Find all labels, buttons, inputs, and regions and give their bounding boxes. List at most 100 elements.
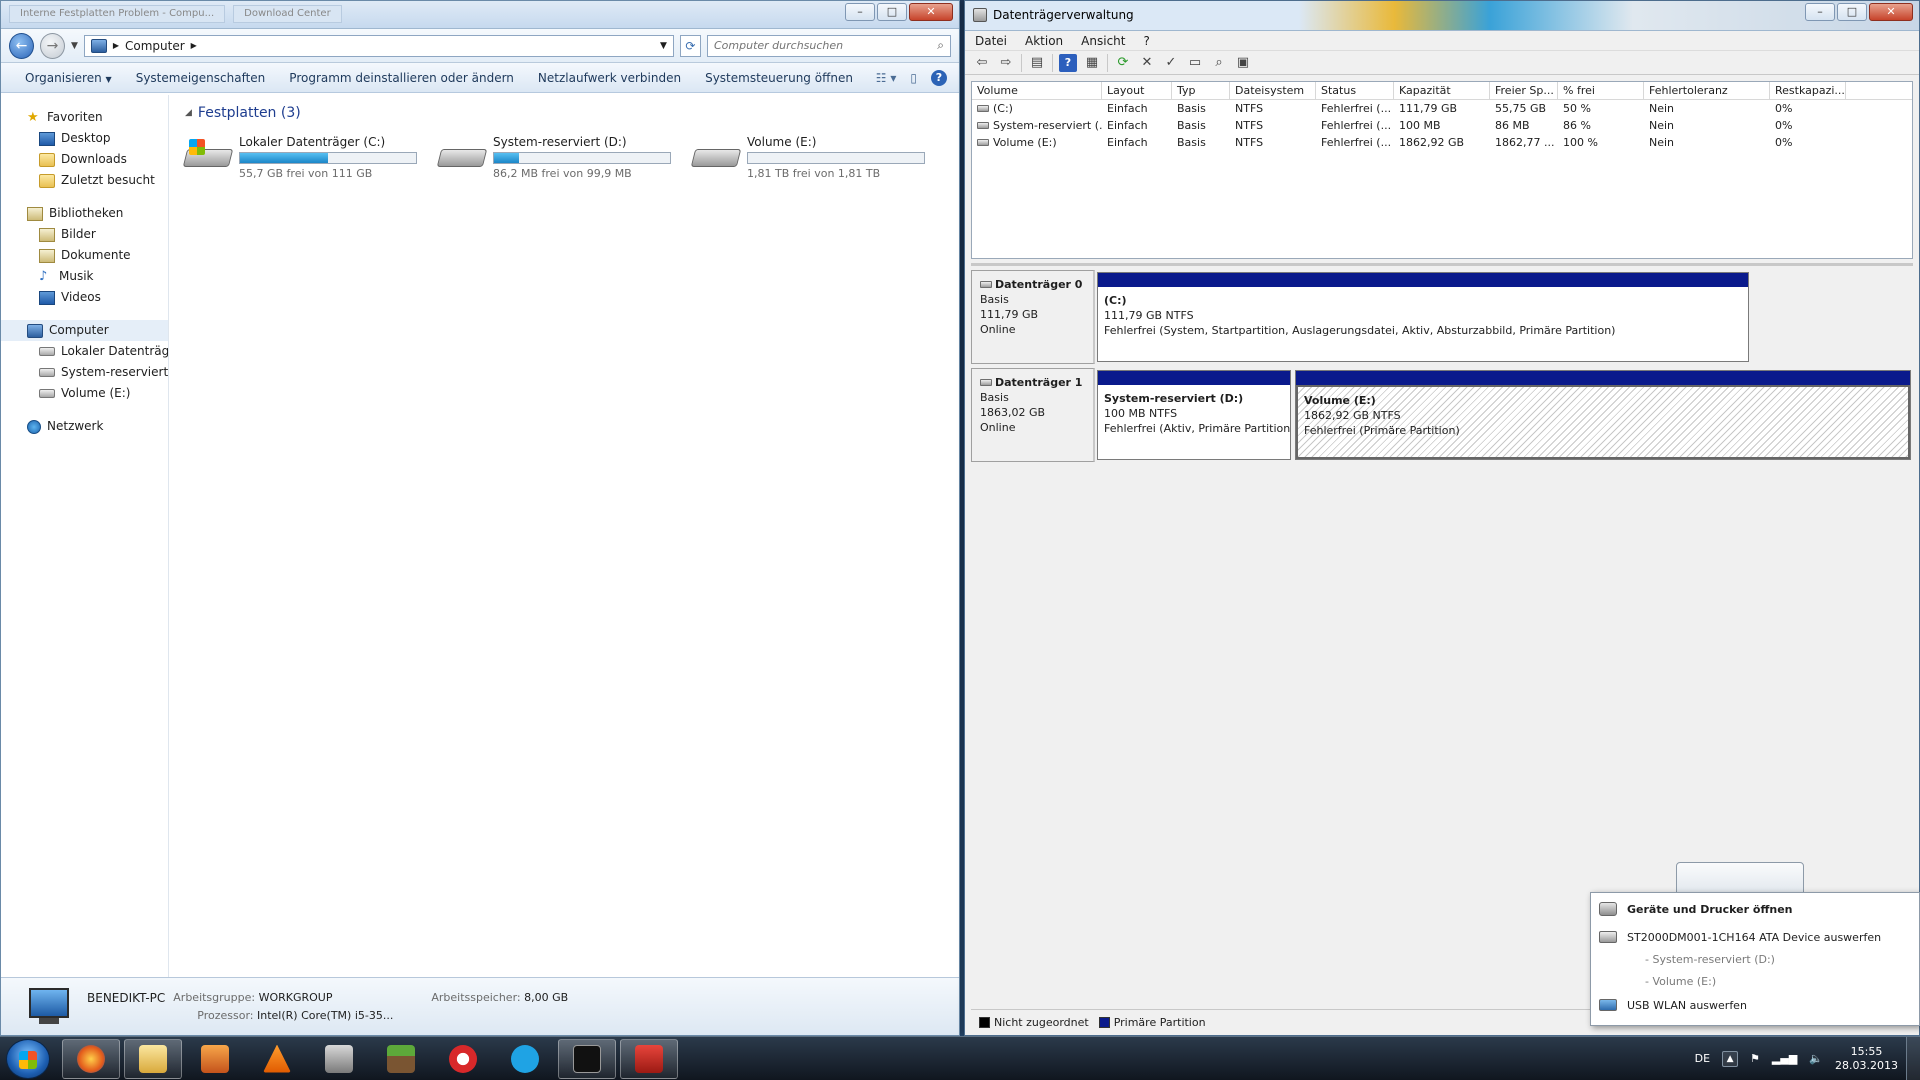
drive-tile-e[interactable]: Volume (E:) 1,81 TB frei von 1,81 TB [689, 131, 929, 184]
maximize-button[interactable]: □ [1837, 3, 1867, 21]
taskbar-firefox[interactable] [62, 1038, 120, 1079]
col-percent-free[interactable]: % frei [1558, 82, 1644, 99]
taskbar-media-player[interactable] [186, 1039, 244, 1079]
col-capacity[interactable]: Kapazität [1394, 82, 1490, 99]
menu-file[interactable]: Datei [975, 34, 1007, 48]
table-row[interactable]: System-reserviert (... Einfach Basis NTF… [972, 117, 1912, 134]
taskbar-skype[interactable] [496, 1039, 554, 1079]
drive-tile-d[interactable]: System-reserviert (D:) 86,2 MB frei von … [435, 131, 675, 184]
breadcrumb-separator-icon[interactable]: ▶ [113, 41, 119, 50]
language-indicator[interactable]: DE [1695, 1052, 1710, 1065]
eject-wlan-item[interactable]: USB WLAN auswerfen [1591, 993, 1919, 1017]
nav-videos[interactable]: Videos [1, 287, 168, 308]
history-dropdown-icon[interactable]: ▼ [71, 41, 78, 51]
taskbar-cmd[interactable] [558, 1038, 616, 1079]
open-devices-printers[interactable]: Geräte und Drucker öffnen [1591, 897, 1919, 921]
col-volume[interactable]: Volume [972, 82, 1102, 99]
action-center-flag-icon[interactable]: ⚑ [1750, 1052, 1760, 1065]
close-button[interactable]: ✕ [1869, 3, 1913, 21]
col-status[interactable]: Status [1316, 82, 1394, 99]
start-button[interactable] [6, 1038, 50, 1079]
col-overhead[interactable]: Restkapazi... [1770, 82, 1846, 99]
clock[interactable]: 15:55 28.03.2013 [1835, 1045, 1898, 1073]
col-free-space[interactable]: Freier Sp... [1490, 82, 1558, 99]
volume-icon[interactable]: 🔈 [1809, 1052, 1823, 1065]
eject-disk-item[interactable]: ST2000DM001-1CH164 ATA Device auswerfen [1591, 925, 1919, 949]
refresh-icon[interactable]: ⟳ [679, 34, 701, 57]
col-layout[interactable]: Layout [1102, 82, 1172, 99]
taskbar-vlc[interactable] [248, 1039, 306, 1079]
view-options-icon[interactable]: ☷ ▾ [876, 71, 897, 85]
back-button[interactable]: ← [9, 32, 34, 59]
col-type[interactable]: Typ [1172, 82, 1230, 99]
console-tree-icon[interactable]: ▤ [1028, 54, 1046, 72]
maximize-button[interactable]: □ [877, 3, 907, 21]
back-arrow-icon[interactable]: ⇦ [973, 54, 991, 72]
menu-view[interactable]: Ansicht [1081, 34, 1125, 48]
menu-action[interactable]: Aktion [1025, 34, 1063, 48]
open-folder-icon[interactable]: ▭ [1186, 54, 1204, 72]
system-properties-button[interactable]: Systemeigenschaften [124, 66, 278, 90]
partition-e[interactable]: Volume (E:) 1862,92 GB NTFS Fehlerfrei (… [1295, 370, 1911, 460]
nav-documents[interactable]: Dokumente [1, 245, 168, 266]
nav-music[interactable]: ♪ Musik [1, 266, 168, 287]
nav-drive-c[interactable]: Lokaler Datenträger [1, 341, 168, 362]
nav-drive-e[interactable]: Volume (E:) [1, 383, 168, 404]
network-signal-icon[interactable]: ▂▄▆ [1772, 1052, 1797, 1065]
search-input[interactable] [714, 39, 914, 52]
nav-favorites[interactable]: ★ Favoriten [1, 107, 168, 128]
show-desktop-button[interactable] [1906, 1036, 1920, 1080]
minimize-button[interactable]: – [1805, 3, 1835, 21]
help-icon[interactable]: ? [1059, 53, 1077, 72]
check-icon[interactable]: ✓ [1162, 54, 1180, 72]
open-control-panel-button[interactable]: Systemsteuerung öffnen [693, 66, 865, 90]
partition-d[interactable]: System-reserviert (D:) 100 MB NTFS Fehle… [1097, 370, 1291, 460]
taskbar-tool[interactable] [310, 1039, 368, 1079]
taskbar-toolbox[interactable] [620, 1038, 678, 1079]
col-fault-tolerance[interactable]: Fehlertoleranz [1644, 82, 1770, 99]
search-icon[interactable]: ⌕ [937, 38, 944, 53]
table-row[interactable]: Volume (E:) Einfach Basis NTFS Fehlerfre… [972, 134, 1912, 151]
partition-c[interactable]: (C:) 111,79 GB NTFS Fehlerfrei (System, … [1097, 272, 1749, 362]
nav-recent[interactable]: Zuletzt besucht [1, 170, 168, 191]
uninstall-program-button[interactable]: Programm deinstallieren oder ändern [277, 66, 526, 90]
map-network-drive-button[interactable]: Netzlaufwerk verbinden [526, 66, 693, 90]
taskbar-minecraft[interactable] [372, 1039, 430, 1079]
preview-pane-icon[interactable]: ▯ [910, 71, 917, 85]
forward-arrow-icon[interactable]: ⇨ [997, 54, 1015, 72]
disk-0-label[interactable]: Datenträger 0 Basis 111,79 GB Online [971, 270, 1095, 364]
settings-icon[interactable]: ▣ [1234, 54, 1252, 72]
drive-tile-c[interactable]: Lokaler Datenträger (C:) 55,7 GB frei vo… [181, 131, 421, 184]
browser-tab-2[interactable]: Download Center [233, 5, 342, 23]
nav-drive-d[interactable]: System-reserviert (D [1, 362, 168, 383]
nav-desktop[interactable]: Desktop [1, 128, 168, 149]
collapse-triangle-icon[interactable]: ◢ [185, 108, 192, 118]
organize-button[interactable]: Organisieren ▼ [13, 66, 124, 90]
disk-1-label[interactable]: Datenträger 1 Basis 1863,02 GB Online [971, 368, 1095, 462]
breadcrumb-computer[interactable]: Computer [125, 39, 185, 53]
group-header[interactable]: ◢ Festplatten (3) [181, 105, 947, 121]
browser-tab-1[interactable]: Interne Festplatten Problem - Compu... [9, 5, 226, 23]
address-dropdown-icon[interactable]: ▼ [660, 41, 667, 51]
search-icon[interactable]: ⌕ [1210, 54, 1228, 72]
nav-computer[interactable]: Computer [1, 320, 168, 341]
refresh-icon[interactable]: ⟳ [1114, 54, 1132, 72]
taskbar-explorer[interactable] [124, 1038, 182, 1079]
nav-network[interactable]: Netzwerk [1, 416, 168, 437]
nav-libraries[interactable]: Bibliotheken [1, 203, 168, 224]
nav-downloads[interactable]: Downloads [1, 149, 168, 170]
minimize-button[interactable]: – [845, 3, 875, 21]
forward-button[interactable]: → [39, 32, 65, 59]
breadcrumb-arrow-icon[interactable]: ▶ [191, 41, 197, 50]
nav-pictures[interactable]: Bilder [1, 224, 168, 245]
help-icon[interactable]: ? [931, 69, 947, 86]
menu-help[interactable]: ? [1143, 34, 1149, 48]
show-hidden-icons-icon[interactable]: ▲ [1722, 1050, 1739, 1067]
delete-icon[interactable]: ✕ [1138, 54, 1156, 72]
properties-icon[interactable]: ▦ [1083, 54, 1101, 72]
taskbar-ccleaner[interactable] [434, 1039, 492, 1079]
address-field[interactable]: ▶ Computer ▶ ▼ [83, 34, 674, 57]
table-row[interactable]: (C:) Einfach Basis NTFS Fehlerfrei (... … [972, 100, 1912, 117]
col-filesystem[interactable]: Dateisystem [1230, 82, 1316, 99]
close-button[interactable]: ✕ [909, 3, 953, 21]
